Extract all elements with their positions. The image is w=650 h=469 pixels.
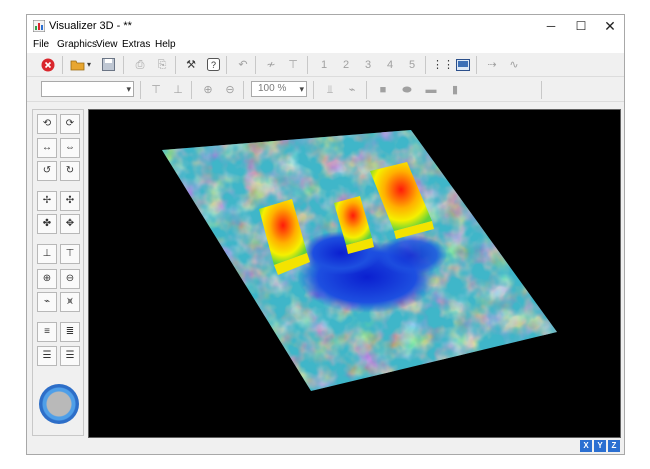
tools-icon[interactable]: ⚒ xyxy=(182,56,200,74)
axis-y-button[interactable]: Y xyxy=(594,440,606,452)
menu-graphics[interactable]: Graphics xyxy=(57,39,97,50)
layer-button-4[interactable]: 4 xyxy=(381,56,399,74)
toolbar-separator xyxy=(191,81,192,99)
lower-icon[interactable]: ⊥ xyxy=(37,244,57,264)
save-icon[interactable] xyxy=(99,56,117,74)
rotate-down-icon[interactable]: ⟳ xyxy=(60,114,80,134)
surface-texture xyxy=(162,130,557,391)
layer-button-5[interactable]: 5 xyxy=(403,56,421,74)
line-icon[interactable]: ▬ xyxy=(422,81,440,99)
axis-z-button[interactable]: Z xyxy=(608,440,620,452)
menu-extras[interactable]: Extras xyxy=(122,39,150,50)
help-icon[interactable]: ? xyxy=(204,56,222,74)
app-window: Visualizer 3D - ** ─ ☐ ✕ File Graphics V… xyxy=(26,14,625,455)
maximize-button[interactable]: ☐ xyxy=(566,15,596,38)
toolbar-separator xyxy=(366,81,367,99)
ellipse-icon[interactable]: ⬬ xyxy=(398,81,416,99)
move-right-icon[interactable]: ✣ xyxy=(60,191,80,211)
toolbar-separator xyxy=(541,81,542,99)
navigation-panel: ⟲ ⟳ ↔ ⇔ ↺ ↻ ✢ ✣ ✤ ✥ ⊥ ⊤ ⊕ ⊖ ⌁ ⩙ ≡ ≣ ☰ ☰ xyxy=(32,109,84,436)
axis-x-button[interactable]: X xyxy=(580,440,592,452)
image-icon[interactable] xyxy=(454,56,472,74)
title-bar: Visualizer 3D - ** ─ ☐ ✕ xyxy=(27,15,624,38)
app-icon xyxy=(33,20,45,32)
surface-plot[interactable] xyxy=(89,110,620,437)
rotate-right-icon[interactable]: ⇔ xyxy=(60,138,80,158)
pin-icon[interactable]: ⊤ xyxy=(284,56,302,74)
minimize-button[interactable]: ─ xyxy=(536,15,566,38)
align-left-icon[interactable]: ☰ xyxy=(37,346,57,366)
export-icon[interactable]: ⎙ xyxy=(131,56,149,74)
spread-icon[interactable]: ≡ xyxy=(37,322,57,342)
menu-file[interactable]: File xyxy=(33,39,49,50)
print-icon[interactable]: ⎘ xyxy=(153,56,171,74)
wave-icon[interactable]: ⌁ xyxy=(343,81,361,99)
toolbar-separator xyxy=(307,56,308,74)
menu-bar: File Graphics View Extras Help xyxy=(27,38,624,53)
toolbar-separator xyxy=(243,81,244,99)
compress-icon[interactable]: ≣ xyxy=(60,322,80,342)
rotate-left-icon[interactable]: ↔ xyxy=(37,138,57,158)
menu-help[interactable]: Help xyxy=(155,39,176,50)
align-right-icon[interactable]: ☰ xyxy=(60,346,80,366)
chevron-down-icon: ▾ xyxy=(299,84,304,94)
stop-icon[interactable] xyxy=(39,56,57,74)
rotate-cw-icon[interactable]: ↻ xyxy=(60,161,80,181)
zoom-select-value: 100 % xyxy=(258,83,287,94)
move-down-icon[interactable]: ✥ xyxy=(60,214,80,234)
grid-icon[interactable]: ⋮⋮ xyxy=(432,56,454,74)
toolbar-separator xyxy=(476,56,477,74)
scale-up-icon[interactable]: ⩙ xyxy=(60,292,80,312)
rotate-ccw-icon[interactable]: ↺ xyxy=(37,161,57,181)
rotation-dial-icon[interactable] xyxy=(39,384,79,424)
svg-text:?: ? xyxy=(210,60,215,70)
toolbar-separator xyxy=(140,81,141,99)
layer-button-1[interactable]: 1 xyxy=(315,56,333,74)
move-icon[interactable]: ⇢ xyxy=(483,56,501,74)
toolbar-separator xyxy=(255,56,256,74)
square-icon[interactable]: ■ xyxy=(374,81,392,99)
scale-down-icon[interactable]: ⌁ xyxy=(37,292,57,312)
zoom-out-icon[interactable]: ⊖ xyxy=(60,269,80,289)
graph-icon[interactable]: ∿ xyxy=(505,56,523,74)
toolbar-separator xyxy=(123,56,124,74)
rotate-up-icon[interactable]: ⟲ xyxy=(37,114,57,134)
zoom-in-icon[interactable]: ⊕ xyxy=(199,81,217,99)
raise-icon[interactable]: ⊤ xyxy=(60,244,80,264)
toolbar-separator xyxy=(425,56,426,74)
status-bar: X Y Z xyxy=(27,438,624,454)
menu-view[interactable]: View xyxy=(96,39,118,50)
move-up-icon[interactable]: ✤ xyxy=(37,214,57,234)
align-bottom-icon[interactable]: ⊥ xyxy=(169,81,187,99)
undo-icon[interactable]: ↶ xyxy=(234,56,252,74)
window-title: Visualizer 3D - ** xyxy=(49,20,132,32)
move-left-icon[interactable]: ✢ xyxy=(37,191,57,211)
3d-viewport[interactable] xyxy=(88,109,621,438)
layer-button-2[interactable]: 2 xyxy=(337,56,355,74)
secondary-toolbar: ▾ ⊤ ⊥ ⊕ ⊖ 100 % ▾ ⫫ ⌁ ■ ⬬ ▬ ▮ xyxy=(27,78,624,102)
align-top-icon[interactable]: ⊤ xyxy=(147,81,165,99)
bar-icon[interactable]: ▮ xyxy=(446,81,464,99)
toolbar-separator xyxy=(226,56,227,74)
toolbar-separator xyxy=(62,56,63,74)
chevron-down-icon: ▾ xyxy=(126,84,131,94)
layer-select[interactable]: ▾ xyxy=(41,81,134,97)
toolbar-separator xyxy=(313,81,314,99)
dropdown-arrow-icon[interactable]: ▾ xyxy=(85,56,93,74)
zoom-in-icon[interactable]: ⊕ xyxy=(37,269,57,289)
close-button[interactable]: ✕ xyxy=(595,15,625,38)
main-toolbar: ▾ ⎙ ⎘ ⚒ ? ↶ ≁ ⊤ 1 2 3 4 5 ⋮⋮ ⇢ ∿ xyxy=(27,53,624,77)
layer-button-3[interactable]: 3 xyxy=(359,56,377,74)
curve-icon[interactable]: ≁ xyxy=(262,56,280,74)
toolbar-separator xyxy=(175,56,176,74)
zoom-select[interactable]: 100 % ▾ xyxy=(251,81,307,97)
sensor-icon[interactable]: ⫫ xyxy=(321,81,339,99)
zoom-out-icon[interactable]: ⊖ xyxy=(221,81,239,99)
